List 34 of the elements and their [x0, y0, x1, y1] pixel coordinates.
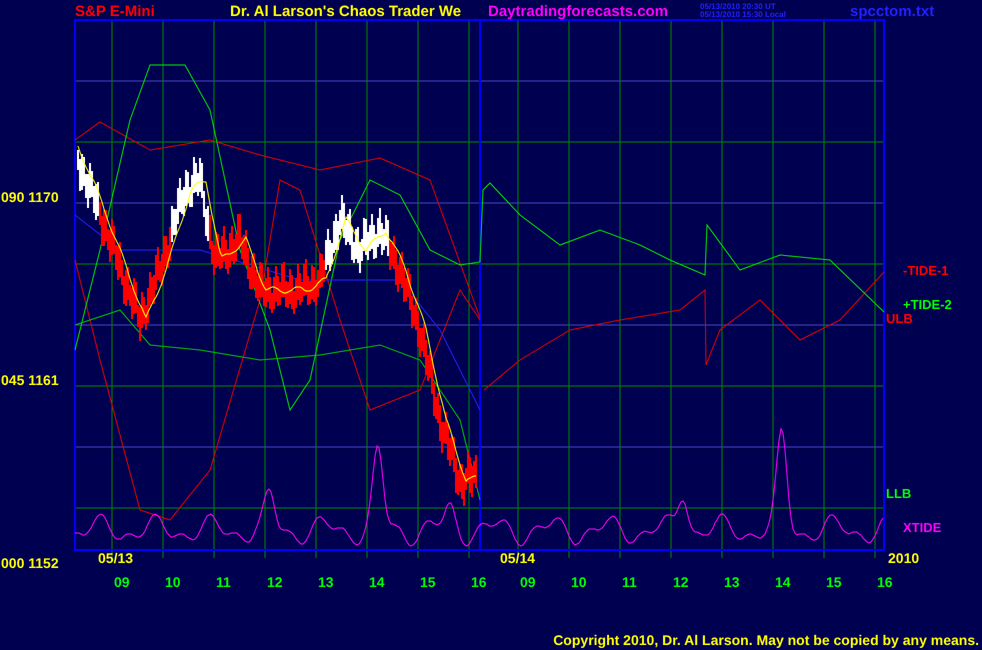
date-label: 05/13	[98, 550, 134, 566]
series-label: -TIDE-1	[903, 263, 948, 278]
copyright-text: Copyright 2010, Dr. Al Larson. May not be copied by any means.	[553, 632, 979, 648]
x-axis-label: 09	[114, 574, 130, 590]
x-axis-label: 16	[471, 574, 487, 590]
y-axis-label: 090 1170	[1, 189, 59, 205]
x-axis-label: 12	[673, 574, 689, 590]
x-axis-label: 10	[165, 574, 181, 590]
x-axis-label: 16	[877, 574, 893, 590]
x-axis-label: 13	[724, 574, 740, 590]
website-label: Daytradingforecasts.com	[488, 3, 668, 20]
file-name-label: spcctom.txt	[850, 3, 934, 20]
x-axis-label: 09	[520, 574, 536, 590]
chart-title: Dr. Al Larson's Chaos Trader We	[230, 3, 462, 20]
timestamp-label: 05/13/2010 15:30 Local	[700, 10, 786, 19]
y-axis-label: 045 1161	[1, 372, 59, 388]
x-axis-label: 10	[571, 574, 587, 590]
x-axis-label: 13	[318, 574, 334, 590]
timestamp-label: 05/13/2010 20:30 UT	[700, 2, 776, 11]
x-axis-label: 15	[420, 574, 436, 590]
series-label: +TIDE-2	[903, 297, 952, 312]
series-label: LLB	[886, 486, 912, 501]
x-axis-label: 14	[775, 574, 791, 590]
series-label: XTIDE	[903, 520, 942, 535]
symbol-label: S&P E-Mini	[75, 3, 155, 20]
series-label: ULB	[886, 311, 913, 326]
date-label: 05/14	[500, 550, 536, 566]
x-axis-label: 11	[216, 574, 231, 590]
year-label: 2010	[888, 550, 920, 566]
x-axis-label: 12	[267, 574, 283, 590]
x-axis-label: 14	[369, 574, 385, 590]
y-axis-label: 000 1152	[1, 555, 59, 571]
x-axis-label: 15	[826, 574, 842, 590]
x-axis-label: 11	[622, 574, 637, 590]
